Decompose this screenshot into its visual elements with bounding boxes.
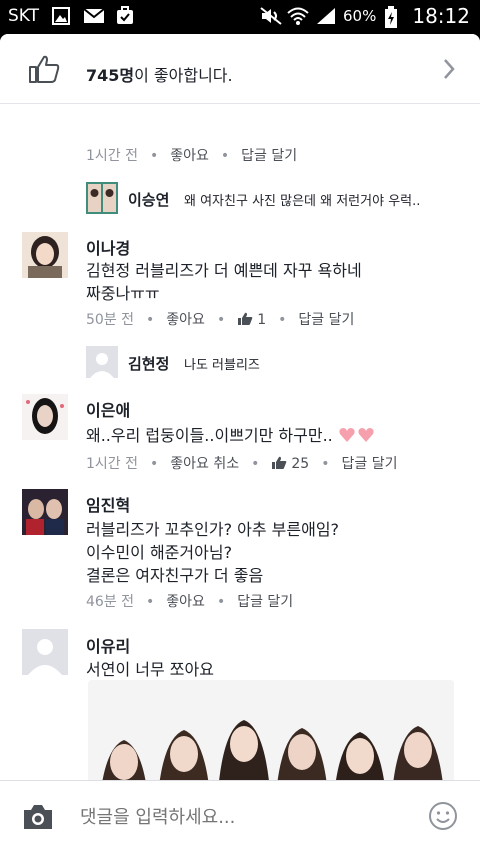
comment-text: 이수민이 해준거아님?	[86, 543, 233, 562]
reply-preview[interactable]: 김현정 나도 러블리즈	[86, 346, 386, 378]
comment-text: 짜중나ㅠㅠ	[86, 284, 160, 303]
reply-author[interactable]: 이승연	[128, 189, 169, 210]
likes-suffix: 이 좋아합니다.	[134, 66, 233, 85]
comment-text: 서연이 너무 쪼아요	[86, 660, 214, 679]
reply-link[interactable]: 답글 달기	[341, 456, 397, 472]
clock: 18:12	[412, 4, 470, 28]
avatar[interactable]	[22, 489, 68, 535]
emoji-smile-icon[interactable]	[428, 801, 458, 835]
like-count[interactable]: 1	[237, 312, 266, 328]
reply-text: 나도 러블리즈	[184, 358, 260, 373]
thumbs-up-icon	[271, 456, 287, 474]
thumbs-up-icon	[28, 54, 60, 88]
likes-count: 745명	[86, 66, 135, 85]
comment-meta: 1시간 전 • 좋아요 • 답글 달기	[86, 148, 298, 164]
reply-author[interactable]: 김현정	[128, 353, 169, 374]
comments-panel: 745명이 좋아합니다. 1시간 전 • 좋아요 • 답글 달기 이승연 왜 여자친구 …	[0, 34, 480, 853]
reply-preview[interactable]: 이승연 왜 여자친구 사진 많은데 왜 저런거야 우럭..	[86, 182, 466, 214]
unlike-link[interactable]: 좋아요 취소	[170, 456, 239, 472]
comment-author[interactable]: 이은애	[86, 397, 130, 421]
wifi-icon	[287, 6, 309, 26]
comment-feed: 1시간 전 • 좋아요 • 답글 달기 이승연 왜 여자친구 사진 많은데 왜 저런거야…	[0, 104, 480, 780]
camera-icon[interactable]	[22, 803, 54, 835]
reply-link[interactable]: 답글 달기	[298, 312, 354, 328]
gallery-icon	[51, 6, 71, 26]
reply-text: 왜 여자친구 사진 많은데 왜 저런거야 우럭..	[184, 194, 421, 209]
like-link[interactable]: 좋아요	[166, 312, 205, 328]
mail-icon	[83, 6, 105, 26]
mute-icon	[259, 6, 282, 26]
battery-charging-icon	[384, 6, 404, 28]
reply-link[interactable]: 답글 달기	[237, 594, 293, 610]
like-count[interactable]: 25	[271, 456, 309, 472]
comment-meta: 1시간 전 • 좋아요 취소 • 25 • 답글 달기	[86, 456, 398, 472]
comment-author[interactable]: 임진혁	[86, 492, 130, 516]
carrier-label: SKT	[8, 6, 40, 26]
comment-text: 러블리즈가 꼬추인가? 아추 부른애임?	[86, 520, 340, 539]
comment-meta: 50분 전 • 좋아요 • 1 • 답글 달기	[86, 312, 355, 328]
comment-meta: 46분 전 • 좋아요 • 답글 달기	[86, 594, 294, 610]
comment-author[interactable]: 이유리	[86, 633, 130, 657]
avatar[interactable]	[22, 232, 68, 278]
thumbs-up-icon	[237, 312, 253, 330]
comment-author[interactable]: 이나경	[86, 235, 130, 259]
signal-icon	[315, 6, 336, 26]
comment-text: 왜..우리 럽둥이들..이쁘기만 하구만..	[86, 422, 376, 448]
reply-link[interactable]: 답글 달기	[241, 148, 297, 164]
comment-text: 김현정 러블리즈가 더 예쁜데 자꾸 욕하네	[86, 261, 362, 280]
avatar	[86, 182, 118, 214]
likes-count-text: 745명이 좋아합니다.	[86, 62, 233, 86]
chevron-right-icon[interactable]	[442, 58, 456, 84]
like-link[interactable]: 좋아요	[166, 594, 205, 610]
status-bar: SKT 60% 18:12	[0, 0, 480, 34]
battery-percent: 60%	[343, 7, 377, 25]
comment-input[interactable]	[80, 807, 400, 828]
like-link[interactable]: 좋아요	[170, 148, 209, 164]
comment-composer	[0, 780, 480, 853]
default-avatar-icon[interactable]	[22, 629, 68, 675]
default-avatar-icon	[86, 346, 118, 378]
task-check-icon	[115, 6, 135, 26]
comment-text: 결론은 여자친구가 더 좋음	[86, 566, 264, 585]
avatar[interactable]	[22, 394, 68, 440]
comment-photo[interactable]	[88, 680, 454, 780]
pink-heart-emoji-icon	[338, 426, 376, 448]
likes-summary-bar[interactable]: 745명이 좋아합니다.	[0, 34, 480, 104]
